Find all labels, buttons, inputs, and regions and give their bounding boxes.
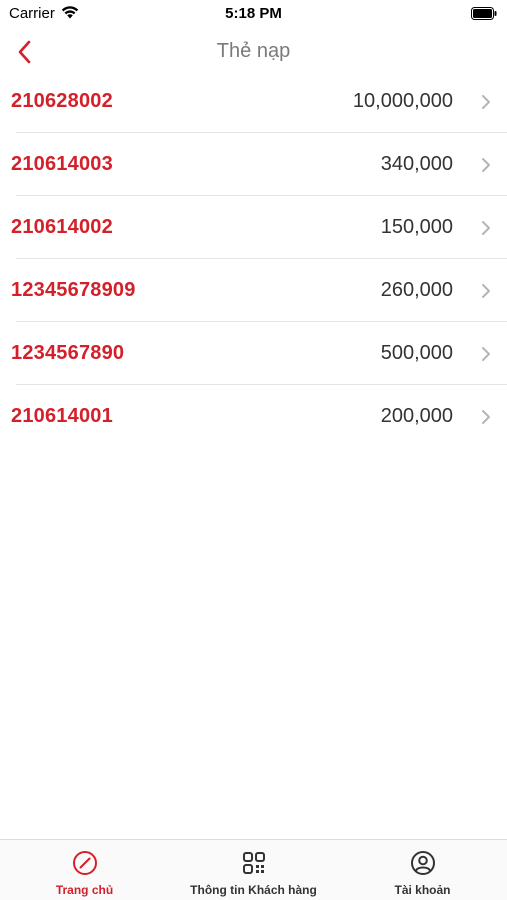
card-list: 210628002 10,000,000 210614003 340,000 2… [0, 70, 507, 448]
card-code: 210614002 [11, 216, 113, 238]
qr-code-icon [242, 852, 265, 874]
card-code: 12345678909 [11, 279, 136, 301]
chevron-right-icon [482, 95, 490, 109]
card-code: 210614001 [11, 405, 113, 427]
card-code: 210628002 [11, 90, 113, 112]
card-amount: 340,000 [380, 153, 453, 175]
card-code: 1234567890 [11, 342, 125, 364]
chevron-right-icon [482, 158, 490, 172]
card-amount: 500,000 [380, 342, 453, 364]
card-amount: 10,000,000 [352, 90, 453, 112]
card-amount: 260,000 [380, 279, 453, 301]
card-code: 210614003 [11, 153, 113, 175]
list-item[interactable]: 12345678909 260,000 [0, 259, 507, 322]
status-bar: Carrier 5:18 PM [0, 0, 507, 28]
card-amount: 150,000 [380, 216, 453, 238]
chevron-right-icon [482, 410, 490, 424]
list-item[interactable]: 210614003 340,000 [0, 133, 507, 196]
compass-icon [72, 851, 97, 875]
tab-customer-info-label: Thông tin Khách hàng [190, 883, 317, 897]
list-item[interactable]: 210614002 150,000 [0, 196, 507, 259]
tab-home[interactable]: Trang chủ [0, 840, 169, 900]
chevron-right-icon [482, 347, 490, 361]
tab-customer-info[interactable]: Thông tin Khách hàng [169, 840, 338, 900]
page-title: Thẻ nạp [216, 40, 291, 62]
tab-bar: Trang chủ Thông tin Khách hàng Tài khoản [0, 839, 507, 900]
chevron-right-icon [482, 221, 490, 235]
tab-account[interactable]: Tài khoản [338, 840, 507, 900]
tab-account-label: Tài khoản [394, 883, 451, 897]
user-circle-icon [410, 851, 435, 875]
list-item[interactable]: 210614001 200,000 [0, 385, 507, 448]
chevron-right-icon [482, 284, 490, 298]
status-time: 5:18 PM [225, 5, 282, 22]
list-item[interactable]: 210628002 10,000,000 [0, 70, 507, 133]
navigation-bar: Thẻ nạp [0, 30, 507, 74]
tab-home-label: Trang chủ [55, 883, 114, 897]
card-amount: 200,000 [380, 405, 453, 427]
list-item[interactable]: 1234567890 500,000 [0, 322, 507, 385]
battery-icon [471, 7, 497, 20]
